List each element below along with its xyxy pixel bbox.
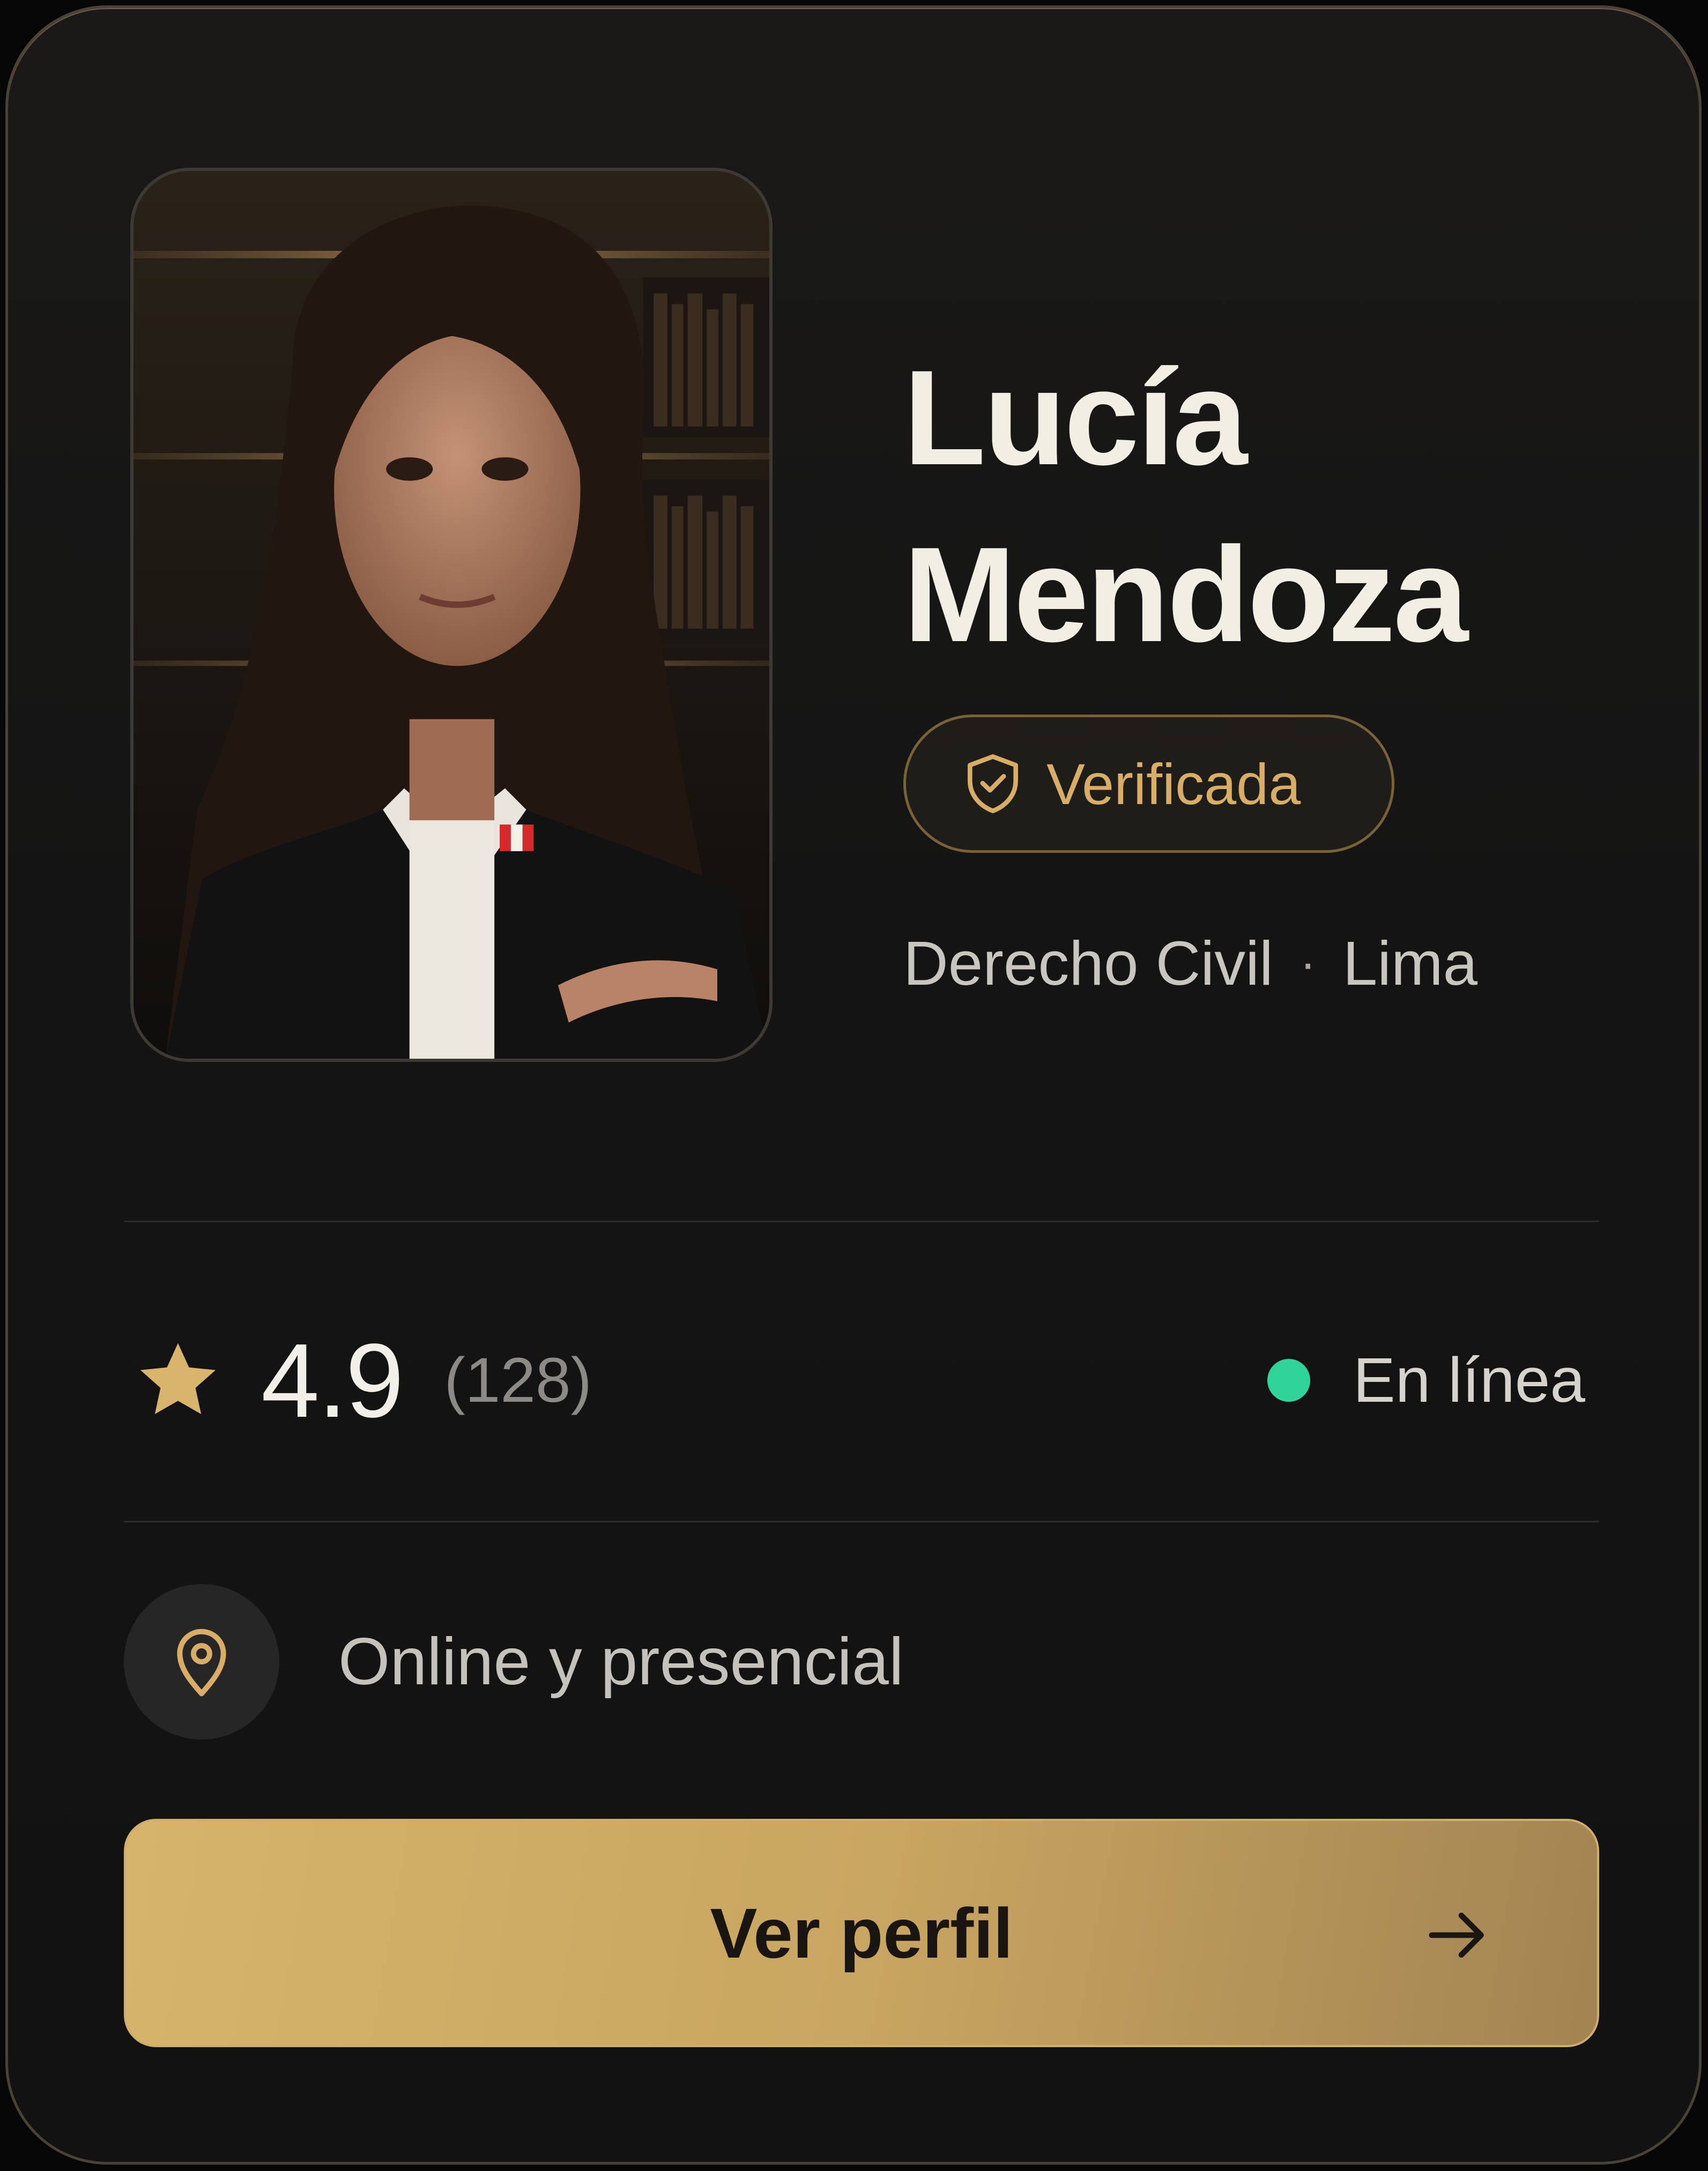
status-label: En línea [1353,1345,1585,1416]
badge-label: Verificada [1046,751,1301,816]
divider-top [124,1221,1599,1222]
mode-label: Online y presencial [338,1625,904,1699]
mode-icon-circle [124,1584,279,1739]
map-pin-icon [177,1629,226,1697]
review-count: (128) [444,1345,592,1416]
arrow-right-icon [1429,1913,1484,1958]
view-profile-label: Ver perfil [710,1893,1013,1973]
lawyer-name: Lucía Mendoza [903,330,1468,683]
consultation-mode: Online y presencial [124,1584,904,1739]
online-status: En línea [1267,1344,1585,1417]
name-first: Lucía [903,343,1247,493]
star-icon [140,1343,216,1415]
specialty: Derecho Civil [903,928,1273,998]
divider-bottom [124,1521,1599,1522]
rating-value: 4.9 [261,1321,404,1439]
shield-check-icon [968,754,1018,813]
stats-row: 4.9 (128) En línea [132,1322,1596,1439]
name-last: Mendoza [903,519,1468,670]
profile-photo [130,168,773,1062]
specialty-location: Derecho Civil · Lima [903,927,1477,999]
online-indicator-icon [1267,1359,1310,1402]
lawyer-card: Lucía Mendoza Verificada Derecho Civil ·… [5,5,1702,2165]
city: Lima [1342,928,1478,998]
separator: · [1299,936,1316,990]
verified-badge: Verificada [903,715,1394,853]
view-profile-button[interactable]: Ver perfil [124,1819,1599,2047]
